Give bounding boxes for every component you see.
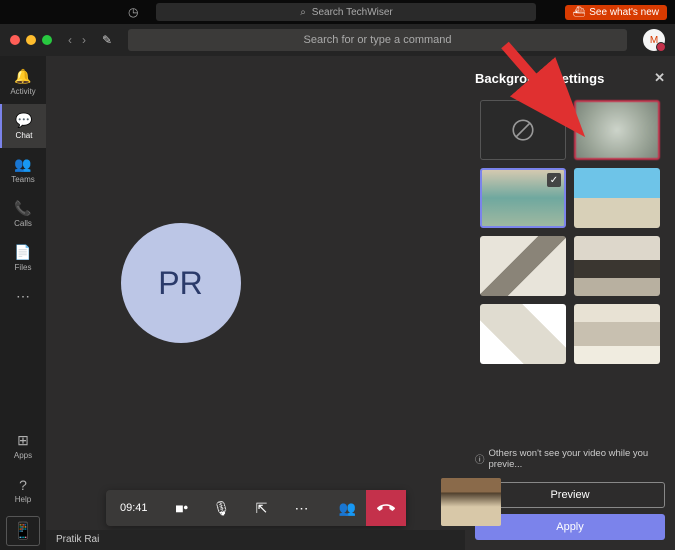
panel-info-text: ⓘ Others won't see your video while you … [475,442,665,476]
rail-device-button[interactable]: 📱 [6,516,40,546]
window-maximize-button[interactable] [42,35,52,45]
bg-option-image-6[interactable] [574,304,660,364]
rail-files[interactable]: 📄 Files [0,236,46,280]
outer-top-bar: ◷ ⌕ Search TechWiser ⛴ See what's new [0,0,675,24]
panel-close-button[interactable]: ✕ [654,70,665,86]
rail-activity[interactable]: 🔔 Activity [0,60,46,104]
bell-icon: 🔔 [14,68,31,85]
call-duration: 09:41 [106,494,162,522]
more-actions-button[interactable]: ⋯ [282,490,322,526]
rail-more-button[interactable]: ⋯ [16,280,30,313]
teams-icon: 👥 [14,156,31,173]
bg-option-blur[interactable] [574,100,660,160]
call-controls-bar: 09:41 ■⏺ 🎙 ⇱ ⋯ 👥 [106,490,406,526]
device-icon: 📱 [13,521,33,541]
bg-option-none[interactable] [480,100,566,160]
participant-avatar-large: PR [121,223,241,343]
search-icon: ⌕ [300,7,306,18]
rail-teams[interactable]: 👥 Teams [0,148,46,192]
titlebar: ‹ › ✎ Search for or type a command M [0,24,675,56]
mic-toggle-button[interactable]: 🎙 [202,490,242,526]
window-minimize-button[interactable] [26,35,36,45]
phone-hangup-icon [377,499,395,517]
outer-search-box[interactable]: ⌕ Search TechWiser [156,3,536,21]
file-icon: 📄 [14,244,31,261]
bg-option-image-1[interactable] [480,168,566,228]
app-rail: 🔔 Activity 💬 Chat 👥 Teams 📞 Calls 📄 [0,56,46,550]
help-icon: ? [19,477,27,493]
outer-search-placeholder: Search TechWiser [312,7,393,18]
panel-title: Background settings [475,71,604,86]
info-icon: ⓘ [475,452,485,466]
command-search-input[interactable]: Search for or type a command [128,29,627,51]
nav-back-button[interactable]: ‹ [64,33,76,47]
compose-icon[interactable]: ✎ [102,33,112,47]
see-whats-new-button[interactable]: ⛴ See what's new [565,5,667,20]
camera-toggle-button[interactable]: ■⏺ [162,490,202,526]
window-close-button[interactable] [10,35,20,45]
bg-option-image-5[interactable] [480,304,566,364]
participant-thumbnail-strip [441,478,501,526]
participant-name-bar: Pratik Rai [46,530,465,550]
apply-button[interactable]: Apply [475,514,665,540]
prohibit-icon [510,117,536,143]
hangup-button[interactable] [366,490,406,526]
user-avatar[interactable]: M [643,29,665,51]
participants-button[interactable]: 👥 [330,490,366,526]
preview-button[interactable]: Preview [475,482,665,508]
call-stage: PR 09:41 ■⏺ 🎙 ⇱ ⋯ 👥 [46,56,465,550]
nav-forward-button[interactable]: › [78,33,90,47]
chat-icon: 💬 [15,112,32,129]
rail-apps[interactable]: ⊞ Apps [0,424,46,468]
apps-icon: ⊞ [17,432,29,449]
share-screen-button[interactable]: ⇱ [242,490,282,526]
rail-calls[interactable]: 📞 Calls [0,192,46,236]
bg-option-image-4[interactable] [574,236,660,296]
rail-help[interactable]: ? Help [0,468,46,512]
phone-icon: 📞 [14,200,31,217]
bg-option-image-3[interactable] [480,236,566,296]
history-icon[interactable]: ◷ [128,5,138,19]
background-settings-panel: Background settings ✕ [465,56,675,550]
bg-option-image-2[interactable] [574,168,660,228]
self-preview-thumbnail[interactable] [441,478,501,526]
gift-icon: ⛴ [573,7,586,18]
rail-chat[interactable]: 💬 Chat [0,104,46,148]
